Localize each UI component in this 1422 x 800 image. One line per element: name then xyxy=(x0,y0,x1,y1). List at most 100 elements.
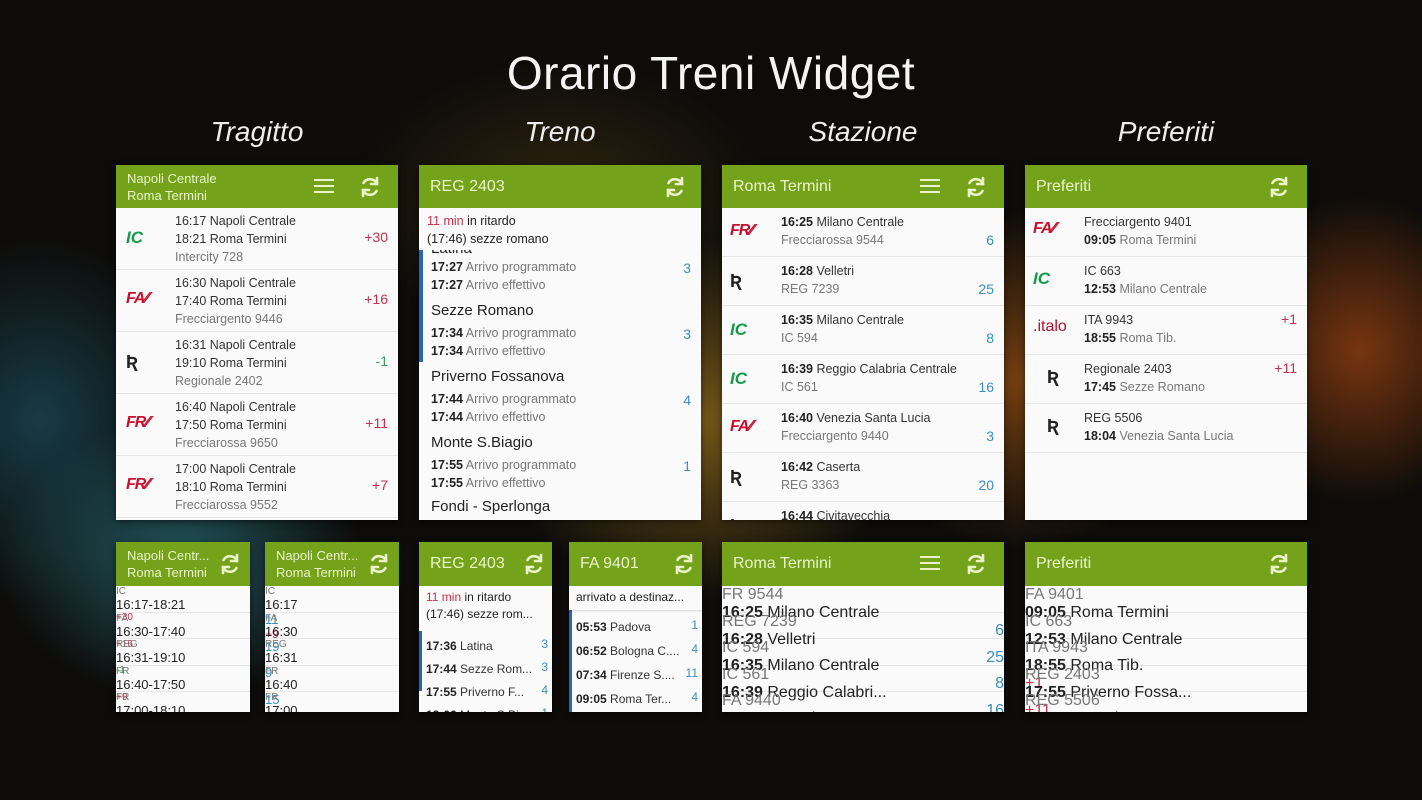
departure-row[interactable]: Ʀ 16:28 Velletri REG 7239 25 xyxy=(722,257,1004,306)
train-name: Regionale 2403 xyxy=(1084,362,1172,376)
label: Arrivo programmato xyxy=(462,392,577,406)
label: Arrivo effettivo xyxy=(462,476,546,490)
train-type: FA xyxy=(116,612,129,624)
route-row[interactable]: Ʀ 16:31 Napoli Centrale 19:10 Roma Termini… xyxy=(116,332,398,394)
track-number: 3 xyxy=(986,428,994,444)
stop-name: Monte S.Biagio xyxy=(431,434,533,451)
route-row[interactable]: IC 16:17-18:21 +30 xyxy=(116,586,250,623)
route-row[interactable]: FR 16:40-17:50 +9 xyxy=(116,665,250,703)
category-label-stazione: Stazione xyxy=(808,116,918,147)
scheduled-arrival: 17:55 Arrivo programmato xyxy=(431,456,576,474)
departure-text: 16:40 Napoli Centrale xyxy=(175,400,296,414)
refresh-icon[interactable] xyxy=(663,175,687,199)
time: 16:40 xyxy=(722,710,763,712)
widget-title: Preferiti xyxy=(1036,177,1092,195)
menu-icon[interactable] xyxy=(314,178,334,195)
track-number: 4 xyxy=(691,690,698,704)
label: Arrivo programmato xyxy=(462,458,577,472)
departure-row[interactable]: FR 9544 16:25 Milano Centrale 6 xyxy=(722,586,1004,639)
train-type: REG xyxy=(265,639,287,651)
refresh-icon[interactable] xyxy=(218,552,242,576)
widget-title: Napoli Centr... Roma Termini xyxy=(116,547,209,581)
time: 17:44 xyxy=(426,662,457,676)
train-type: IC xyxy=(116,586,126,597)
favorite-row[interactable]: FA 9401 09:05 Roma Termini xyxy=(1025,586,1307,621)
departure-row[interactable]: IC 16:39 Reggio Calabria Centrale IC 561 16 xyxy=(722,355,1004,404)
refresh-icon[interactable] xyxy=(1267,175,1291,199)
menu-icon[interactable] xyxy=(920,178,940,195)
train-name: IC 594 xyxy=(722,639,770,657)
departure-time: 16:30 xyxy=(265,623,298,639)
delay-value: +1 xyxy=(1281,311,1297,327)
route-row[interactable]: FR17:00-18:10+7 xyxy=(116,692,250,712)
train-status: arrivato a destinaz... xyxy=(569,586,702,610)
favorite-row[interactable]: Ʀ Regionale 2403 17:45 Sezze Romano +11 xyxy=(1025,355,1307,404)
train-name: Frecciarossa 9650 xyxy=(175,436,278,450)
refresh-icon[interactable] xyxy=(964,175,988,199)
departure-row[interactable]: FA⁄⁄ 16:40 Venezia Santa Lucia Frecciargen… xyxy=(722,404,1004,453)
train-name: IC 663 xyxy=(1084,264,1121,278)
route-row[interactable]: REG 16:31 9 xyxy=(265,639,399,680)
time: 05:53 xyxy=(576,620,607,634)
route-destination: Roma Termini xyxy=(127,565,207,580)
widget-header: Preferiti xyxy=(1025,542,1307,586)
departure-row[interactable]: IC 16:35 Milano Centrale IC 594 8 xyxy=(722,306,1004,355)
refresh-icon[interactable] xyxy=(1267,552,1291,576)
refresh-icon[interactable] xyxy=(522,552,546,576)
route-row[interactable]: FA 16:30 19 xyxy=(265,613,399,654)
menu-icon[interactable] xyxy=(920,556,940,572)
stop-name: Latina xyxy=(431,250,472,257)
time-range: 16:31-19:10 xyxy=(116,650,186,666)
departure-row[interactable]: FA 944016:40 Venezia Santa...3 xyxy=(722,692,1004,712)
departure-row[interactable]: IC 561 16:39 Reggio Calabri... 16 xyxy=(722,666,1004,712)
time-range: 16:40-17:50 xyxy=(116,676,186,692)
route-row[interactable]: REG 16:31-19:10 -1 xyxy=(116,639,250,676)
track-number: 6 xyxy=(986,232,994,248)
favorite-row[interactable]: Ʀ REG 5506 18:04 Venezia Santa Lucia xyxy=(1025,404,1307,453)
train-type: FR xyxy=(116,665,130,677)
train-name: ITA 9943 xyxy=(1025,639,1088,657)
favorite-row[interactable]: ITA 9943 18:55 Roma Tib. +1 xyxy=(1025,639,1307,692)
route-row[interactable]: FA 16:30-17:40 +16 xyxy=(116,612,250,650)
track-number: 1 xyxy=(683,458,691,474)
refresh-icon[interactable] xyxy=(672,552,696,576)
track-number: 1 xyxy=(541,706,548,712)
departure-row[interactable]: Ʀ 16:44 Civitavecchia xyxy=(722,502,1004,520)
departure-row[interactable]: IC 594 16:35 Milano Centrale 8 xyxy=(722,639,1004,692)
route-row[interactable]: IC 16:17 Napoli Centrale 18:21 Roma Termin… xyxy=(116,208,398,270)
train-name: FR 9544 xyxy=(722,586,784,603)
stop-row: 06:52 Bologna C.... xyxy=(576,642,679,660)
route-row[interactable]: FR17:0016 xyxy=(265,692,399,712)
favorite-row[interactable]: REG 550618:04 Venezia Santa... xyxy=(1025,692,1307,712)
favorite-row[interactable]: .italo ITA 9943 18:55 Roma Tib. +1 xyxy=(1025,306,1307,355)
category-label-treno: Treno xyxy=(524,116,596,147)
train-status: 11 min in ritardo (17:46) sezze rom... xyxy=(419,586,552,631)
favorite-row[interactable]: FA⁄⁄ Frecciargento 9401 09:05 Roma Termini xyxy=(1025,208,1307,257)
route-row[interactable]: IC 16:17 11 +9 xyxy=(265,586,399,641)
route-row[interactable]: FR 16:40 15 xyxy=(265,666,399,707)
train-name: Frecciarossa 9544 xyxy=(781,233,884,247)
refresh-icon[interactable] xyxy=(367,552,391,576)
stop-name: Roma Ter... xyxy=(606,692,672,706)
departure-row[interactable]: REG 7239 16:28 Velletri 25 xyxy=(722,613,1004,666)
refresh-icon[interactable] xyxy=(964,552,988,576)
stop-row: 17:55 Priverno F... xyxy=(426,683,524,701)
train-name: Frecciarossa 9552 xyxy=(175,498,278,512)
route-origin: Napoli Centrale xyxy=(127,170,217,186)
departure-text: 16:39 Reggio Calabria Centrale xyxy=(781,360,957,378)
favorite-row[interactable]: IC 663 12:53 Milano Centrale xyxy=(1025,613,1307,648)
route-row[interactable]: FR⁄⁄ 16:40 Napoli Centrale 17:50 Roma Term… xyxy=(116,394,398,456)
departure-row[interactable]: FR⁄⁄ 16:25 Milano Centrale Frecciarossa 95… xyxy=(722,208,1004,257)
favorite-row[interactable]: IC IC 663 12:53 Milano Centrale xyxy=(1025,257,1307,306)
route-row[interactable]: FA⁄⁄ 16:30 Napoli Centrale 17:40 Roma Term… xyxy=(116,270,398,332)
widget-title: Napoli Centrale Roma Termini xyxy=(116,170,217,204)
menu-line xyxy=(920,556,940,558)
widget-title: FA 9401 xyxy=(580,555,639,572)
refresh-icon[interactable] xyxy=(358,175,382,199)
train-type: FR xyxy=(116,692,130,704)
progress-bar xyxy=(569,610,572,712)
track-number: 8 xyxy=(986,330,994,346)
route-row[interactable]: FR⁄⁄ 17:00 Napoli Centrale 18:10 Roma Term… xyxy=(116,456,398,518)
favorite-row[interactable]: REG 2403 17:55 Priverno Fossa... +11 xyxy=(1025,666,1307,712)
departure-row[interactable]: Ʀ 16:42 Caserta REG 3363 20 xyxy=(722,453,1004,502)
